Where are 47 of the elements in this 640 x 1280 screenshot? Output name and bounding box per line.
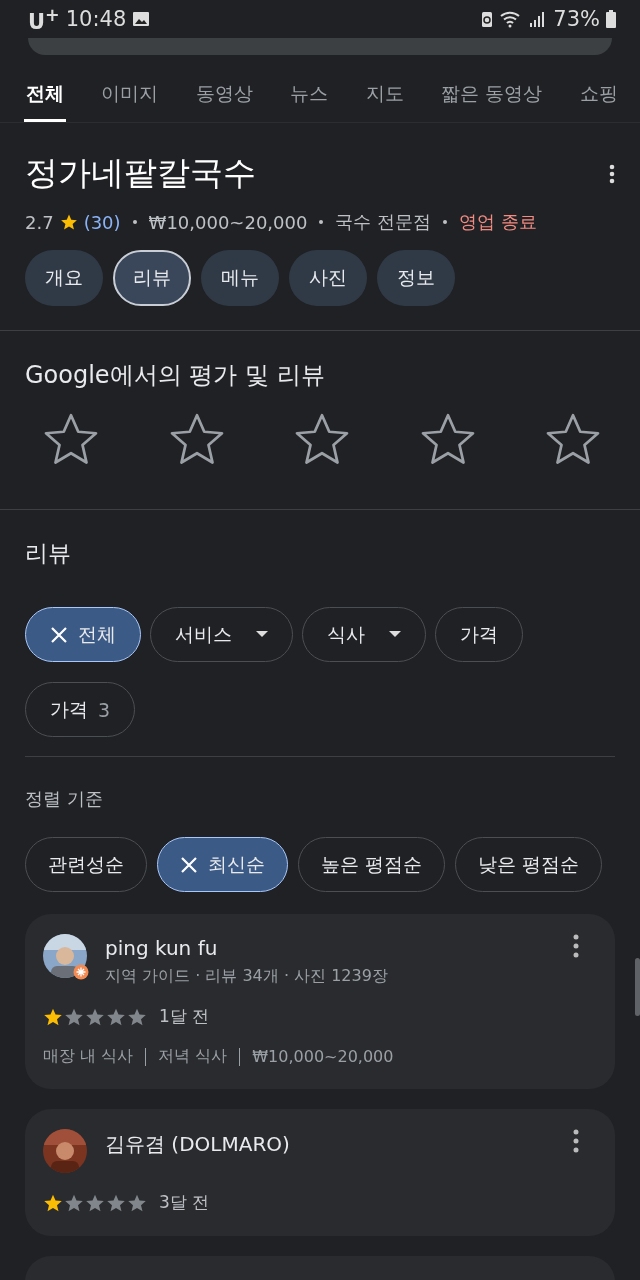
battery-percent: 73%: [553, 7, 600, 31]
close-icon: [50, 625, 68, 644]
search-tab[interactable]: 짧은 동영상: [439, 77, 545, 122]
search-tab[interactable]: 전체: [24, 77, 66, 122]
section-tab[interactable]: 정보: [377, 250, 455, 306]
star-icon: [59, 213, 78, 231]
place-title: 정가네팥칼국수: [25, 152, 256, 194]
section-tab[interactable]: 메뉴: [201, 250, 279, 306]
category-label: 국수 전문점: [335, 210, 432, 234]
search-tab[interactable]: 쇼핑: [577, 77, 620, 122]
more-icon[interactable]: [573, 934, 579, 958]
reviewer-meta: 지역 가이드 · 리뷰 34개 · 사진 1239장: [105, 966, 389, 987]
section-tab[interactable]: 사진: [289, 250, 367, 306]
clock-time: 10:48: [65, 7, 127, 31]
image-icon: [132, 11, 151, 27]
filter-chip[interactable]: 전체: [25, 607, 141, 662]
search-tab[interactable]: 뉴스: [288, 77, 331, 122]
reviewer-name[interactable]: ping kun fu: [105, 936, 555, 960]
more-icon[interactable]: [609, 163, 615, 184]
search-tab[interactable]: 이미지: [99, 77, 161, 122]
section-tab[interactable]: 리뷰: [113, 250, 191, 306]
sort-label: 정렬 기준: [25, 787, 104, 811]
more-icon[interactable]: [573, 1129, 579, 1153]
section-tab[interactable]: 개요: [25, 250, 103, 306]
section-heading: Google에서의 평가 및 리뷰: [25, 360, 326, 391]
search-tab[interactable]: 동영상: [193, 77, 255, 122]
price-range: ₩10,000~20,000: [148, 211, 308, 233]
caret-icon: [256, 631, 268, 638]
scroll-thumb[interactable]: [635, 958, 640, 1016]
battery-icon: [606, 10, 616, 28]
visit-detail: 저녁 식사: [158, 1046, 228, 1067]
section-heading: 리뷰: [25, 539, 72, 568]
review-time: 1달 전: [159, 1005, 210, 1028]
review-count-link[interactable]: (30): [83, 211, 121, 233]
signal-icon: [529, 10, 546, 28]
carrier-label: U$^{+}$: [28, 4, 60, 34]
sort-chip[interactable]: 최신순: [157, 837, 288, 892]
close-icon: [180, 855, 198, 874]
search-tab[interactable]: 지도: [363, 77, 406, 122]
visit-detail: ₩10,000~20,000: [252, 1047, 394, 1066]
caret-icon: [389, 631, 401, 638]
visit-detail: 매장 내 식사: [43, 1046, 134, 1067]
rating-value: 2.7: [25, 211, 54, 233]
reviewer-name[interactable]: 김유겸 (DOLMARO): [105, 1131, 555, 1158]
battery-saver-icon: [481, 10, 494, 28]
open-status: 영업 종료: [459, 210, 537, 234]
review-time: 3달 전: [159, 1191, 210, 1214]
